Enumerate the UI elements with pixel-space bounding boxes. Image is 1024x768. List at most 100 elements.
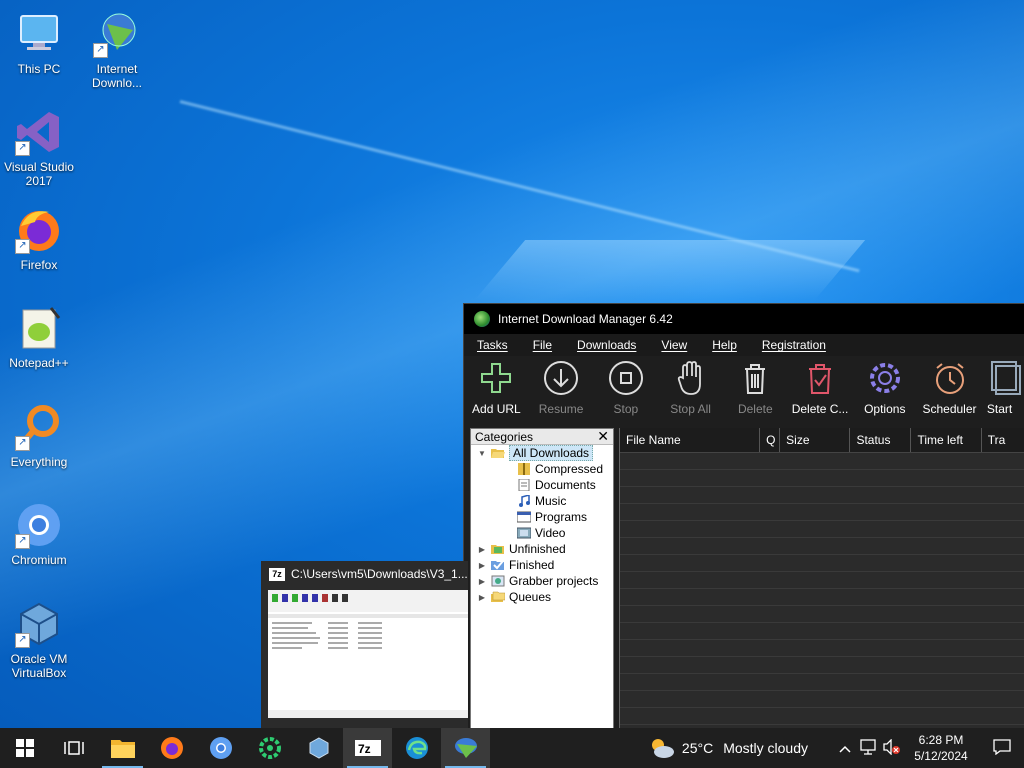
desktop-icon-this-pc[interactable]: This PC — [0, 10, 78, 76]
folder-open-icon — [491, 449, 505, 458]
delete-button[interactable]: Delete — [723, 356, 788, 416]
column-time-left[interactable]: Time left — [911, 428, 982, 452]
desktop-icon-label: Visual Studio 2017 — [4, 160, 74, 188]
desktop-icon-label: Chromium — [11, 553, 67, 567]
idm-logo-icon — [474, 311, 490, 327]
wallpaper-light-beam — [474, 240, 866, 300]
stop-button[interactable]: Stop — [593, 356, 658, 416]
add-url-button[interactable]: Add URL — [464, 356, 529, 416]
chevron-right-icon[interactable]: ▶ — [477, 593, 487, 602]
clock[interactable]: 6:28 PM 5/12/2024 — [902, 732, 980, 764]
taskbar-firefox[interactable] — [147, 728, 196, 768]
network-icon[interactable] — [856, 738, 880, 758]
visual-studio-icon: ↗ — [15, 108, 63, 156]
desktop-icon-notepadpp[interactable]: Notepad++ — [0, 304, 78, 370]
category-music[interactable]: Music — [471, 493, 613, 509]
preview-title-bar: 7z C:\Users\vm5\Downloads\V3_1... — [261, 561, 468, 587]
folder-unfinished-icon — [491, 545, 504, 554]
desktop-icon-idm[interactable]: ↗ Internet Downlo... — [78, 10, 156, 90]
edge-icon — [405, 737, 428, 759]
taskbar-idm[interactable] — [441, 728, 490, 768]
chevron-down-icon[interactable]: ▼ — [477, 449, 487, 458]
options-button[interactable]: Options — [852, 356, 917, 416]
categories-header: Categories ✕ — [471, 428, 613, 445]
start-button[interactable] — [0, 728, 49, 768]
menu-view[interactable]: View — [661, 338, 687, 352]
category-queues[interactable]: ▶ Queues — [471, 589, 613, 605]
7zip-icon: 7z — [354, 740, 381, 756]
taskbar-edge[interactable] — [392, 728, 441, 768]
category-unfinished[interactable]: ▶ Unfinished — [471, 541, 613, 557]
chevron-right-icon[interactable]: ▶ — [477, 545, 487, 554]
desktop-icon-label: Notepad++ — [9, 356, 69, 370]
taskbar-thumbnail-preview[interactable]: 7z C:\Users\vm5\Downloads\V3_1... — [261, 561, 468, 728]
chevron-up-icon[interactable] — [834, 740, 856, 756]
menu-tasks[interactable]: Tasks — [477, 338, 508, 352]
music-note-icon — [519, 495, 530, 507]
category-video[interactable]: Video — [471, 525, 613, 541]
column-transfer-rate[interactable]: Tra — [982, 428, 1024, 452]
system-tray: 25°C Mostly cloudy 6:28 PM 5/12/2024 — [648, 728, 1024, 768]
task-view-button[interactable] — [49, 728, 98, 768]
desktop-icon-chromium[interactable]: ↗ Chromium — [0, 501, 78, 567]
folder-icon — [110, 740, 135, 758]
delete-completed-button[interactable]: Delete C... — [788, 356, 853, 416]
chevron-right-icon[interactable]: ▶ — [477, 577, 487, 586]
volume-muted-icon[interactable] — [880, 737, 902, 758]
category-documents[interactable]: Documents — [471, 477, 613, 493]
start-queue-button[interactable]: Start — [982, 356, 1024, 416]
taskbar-file-explorer[interactable] — [98, 728, 147, 768]
taskbar-virtualbox[interactable] — [294, 728, 343, 768]
column-size[interactable]: Size — [780, 428, 851, 452]
category-grabber-projects[interactable]: ▶ Grabber projects — [471, 573, 613, 589]
category-programs[interactable]: Programs — [471, 509, 613, 525]
menu-registration[interactable]: Registration — [762, 338, 826, 352]
virtualbox-icon: ↗ — [15, 600, 63, 648]
menu-file[interactable]: File — [533, 338, 552, 352]
gear-icon — [867, 360, 903, 396]
chevron-right-icon[interactable]: ▶ — [477, 561, 487, 570]
video-film-icon — [517, 527, 531, 539]
shortcut-arrow-icon: ↗ — [93, 43, 108, 58]
7zip-icon: 7z — [269, 567, 285, 581]
shortcut-arrow-icon: ↗ — [15, 633, 30, 648]
taskbar-chromium[interactable] — [196, 728, 245, 768]
category-all-downloads[interactable]: ▼ All Downloads — [471, 445, 613, 461]
firefox-icon — [160, 737, 183, 759]
stop-all-button[interactable]: Stop All — [658, 356, 723, 416]
desktop-icon-visual-studio[interactable]: ↗ Visual Studio 2017 — [0, 108, 78, 188]
alarm-clock-icon — [932, 360, 968, 396]
folder-finished-icon — [491, 560, 504, 570]
this-pc-icon — [15, 10, 63, 58]
column-status[interactable]: Status — [850, 428, 912, 452]
svg-text:7z: 7z — [358, 742, 371, 756]
weather-widget[interactable]: 25°C Mostly cloudy — [648, 737, 808, 759]
column-queue[interactable]: Q — [760, 428, 781, 452]
toolbar: Add URL Resume Stop Stop All Delete Dele… — [464, 356, 1024, 424]
category-compressed[interactable]: Compressed — [471, 461, 613, 477]
idm-window[interactable]: Internet Download Manager 6.42 Tasks Fil… — [463, 303, 1024, 731]
menu-downloads[interactable]: Downloads — [577, 338, 636, 352]
clock-date: 5/12/2024 — [914, 749, 968, 763]
category-finished[interactable]: ▶ Finished — [471, 557, 613, 573]
taskbar-app-green[interactable] — [245, 728, 294, 768]
taskbar-7zip[interactable]: 7z — [343, 728, 392, 768]
desktop-icon-firefox[interactable]: ↗ Firefox — [0, 206, 78, 272]
idm-titlebar[interactable]: Internet Download Manager 6.42 — [464, 304, 1024, 334]
column-file-name[interactable]: File Name — [620, 428, 761, 452]
desktop-icon-everything[interactable]: ↗ Everything — [0, 403, 78, 469]
shortcut-arrow-icon: ↗ — [15, 436, 30, 451]
weather-temperature: 25°C — [681, 740, 714, 756]
desktop-icon-virtualbox[interactable]: ↗ Oracle VM VirtualBox — [0, 600, 78, 680]
desktop-icon-label: Internet Downlo... — [91, 62, 143, 90]
resume-button[interactable]: Resume — [529, 356, 594, 416]
menu-help[interactable]: Help — [712, 338, 737, 352]
shortcut-arrow-icon: ↗ — [15, 239, 30, 254]
task-view-icon — [63, 741, 84, 755]
shortcut-arrow-icon: ↗ — [15, 534, 30, 549]
scheduler-button[interactable]: Scheduler — [917, 356, 982, 416]
download-list[interactable]: File Name Q Size Status Time left Tra — [619, 428, 1024, 729]
taskbar: 7z 25°C Mostly cloudy 6:28 PM 5/12/2024 — [0, 728, 1024, 768]
close-icon[interactable]: ✕ — [597, 428, 609, 445]
action-center-button[interactable] — [980, 738, 1024, 758]
